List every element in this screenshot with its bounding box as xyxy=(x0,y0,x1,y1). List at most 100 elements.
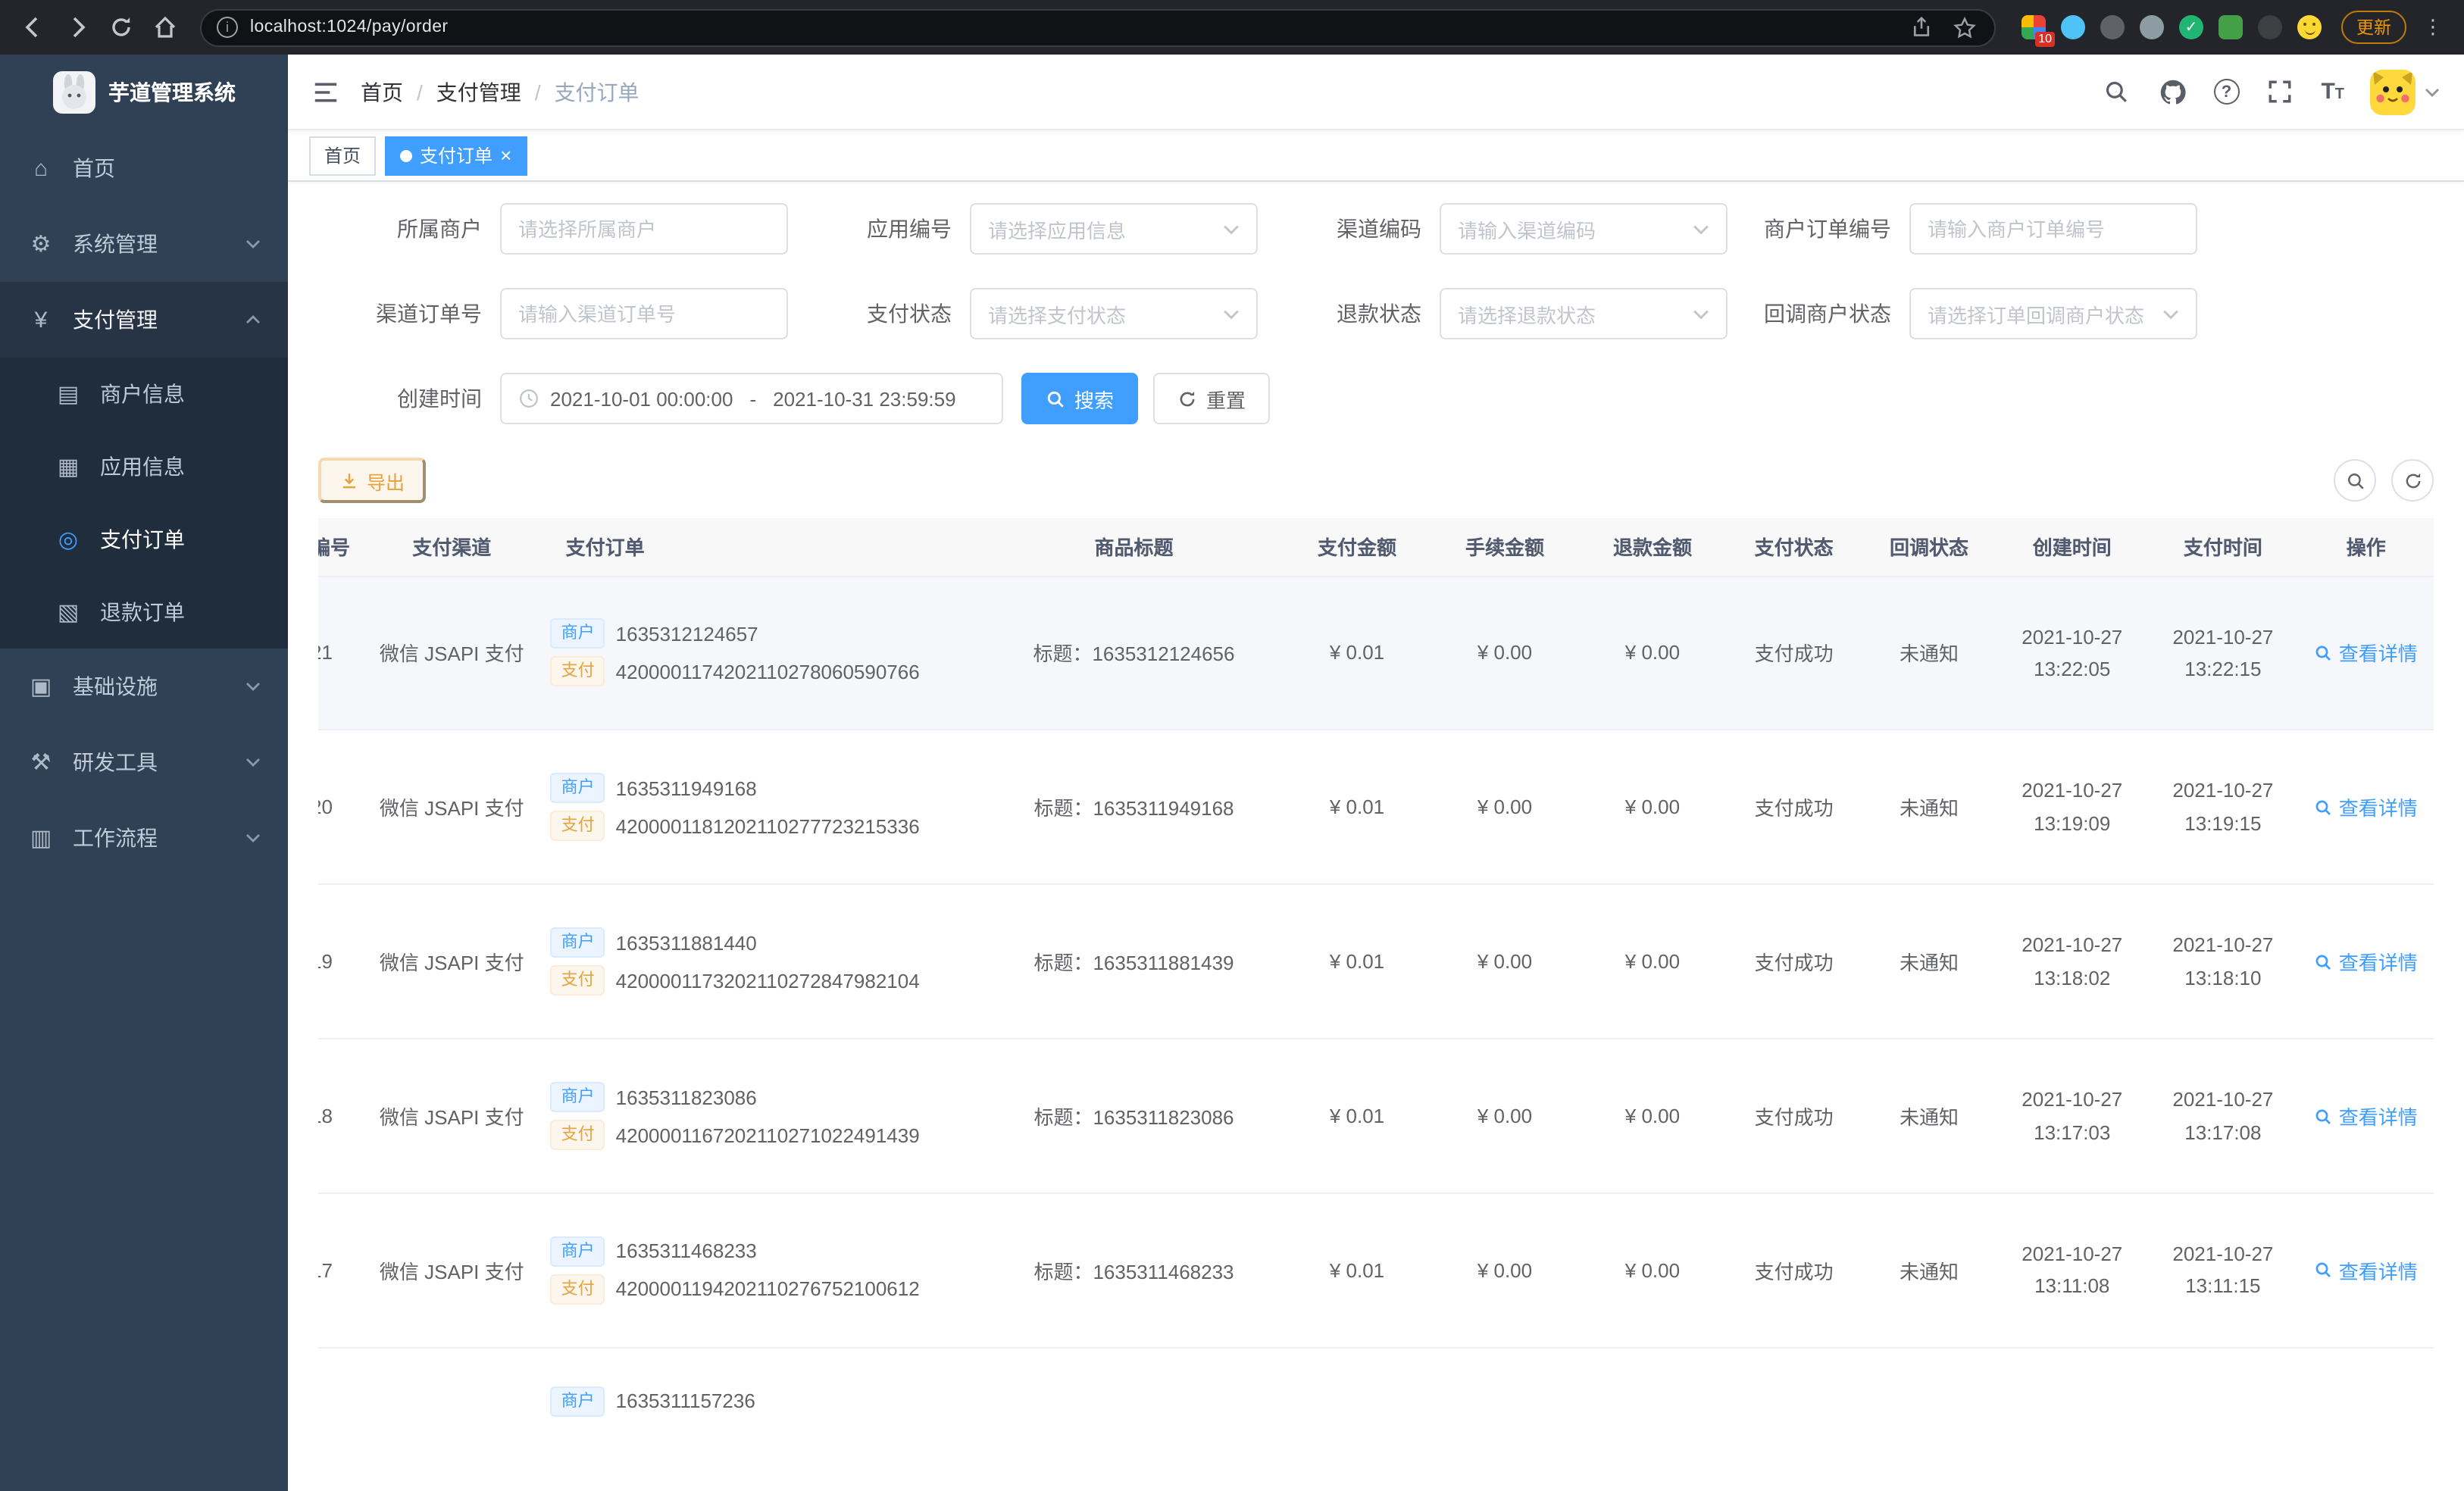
site-info-icon[interactable]: i xyxy=(217,17,238,38)
refund-status-select[interactable]: 请选择退款状态 xyxy=(1440,288,1728,339)
extension-chat-icon[interactable] xyxy=(2219,15,2243,39)
tab-pay-order[interactable]: 支付订单 × xyxy=(385,136,527,175)
github-icon[interactable] xyxy=(2157,77,2187,107)
breadcrumb-home[interactable]: 首页 xyxy=(361,77,403,107)
close-icon[interactable]: × xyxy=(500,145,511,165)
chevron-down-icon xyxy=(1224,309,1239,319)
sidebar-item-merchant-info[interactable]: ▤ 商户信息 xyxy=(0,358,288,430)
extension-drop-icon[interactable] xyxy=(2061,15,2085,39)
refresh-table-icon[interactable] xyxy=(2391,459,2434,502)
view-detail-link[interactable]: 查看详情 xyxy=(2315,1102,2418,1130)
sidebar-item-home[interactable]: ⌂ 首页 xyxy=(0,130,288,206)
cell-title: 标题：1635311468233 xyxy=(984,1193,1284,1349)
cell-refund: ¥ 0.00 xyxy=(1578,884,1727,1040)
bookmark-star-icon[interactable] xyxy=(1949,12,1979,42)
chrome-update-button[interactable]: 更新 xyxy=(2341,11,2406,44)
chevron-down-icon xyxy=(1693,309,1709,319)
notify-status-select[interactable]: 请选择订单回调商户状态 xyxy=(1909,288,2197,339)
date-start: 2021-10-01 00:00:00 xyxy=(550,387,733,410)
cell-status: 支付成功 xyxy=(1726,1039,1862,1194)
select-placeholder: 请选择退款状态 xyxy=(1458,304,1596,327)
table-row[interactable]: 18 微信 JSAPI 支付 商户 1635311823086 支付 4200001… xyxy=(318,1039,2434,1194)
document-icon: ▧ xyxy=(57,600,80,626)
search-button[interactable]: 搜索 xyxy=(1021,373,1139,424)
table-row[interactable]: 19 微信 JSAPI 支付 商户 1635311881440 支付 4200001… xyxy=(318,884,2434,1040)
extension-circle-icon[interactable] xyxy=(2140,15,2164,39)
extension-colorful-icon[interactable]: 10 xyxy=(2022,15,2055,47)
cell-fee: ¥ 0.00 xyxy=(1431,884,1579,1040)
view-detail-link[interactable]: 查看详情 xyxy=(2315,639,2418,667)
browser-menu-icon[interactable]: ⋮ xyxy=(2420,15,2446,39)
sidebar-item-payment[interactable]: ¥ 支付管理 xyxy=(0,282,288,358)
sidebar-item-refund-order[interactable]: ▧ 退款订单 xyxy=(0,576,288,649)
app-select[interactable]: 请选择应用信息 xyxy=(970,203,1258,255)
search-icon[interactable] xyxy=(2101,77,2131,107)
hamburger-icon[interactable] xyxy=(312,80,339,104)
search-icon xyxy=(2316,1108,2331,1124)
browser-home-icon[interactable] xyxy=(150,12,180,42)
table-row[interactable]: 20 微信 JSAPI 支付 商户 1635311949168 支付 4200001… xyxy=(318,730,2434,886)
cell-fee: ¥ 0.00 xyxy=(1431,576,1579,731)
merchant-tag: 商户 xyxy=(550,1082,605,1113)
cell-fee: ¥ 0.00 xyxy=(1431,730,1579,886)
table-row[interactable]: 17 微信 JSAPI 支付 商户 1635311468233 支付 4200001… xyxy=(318,1193,2434,1349)
address-bar[interactable]: i localhost:1024/pay/order xyxy=(200,8,1996,46)
share-icon[interactable] xyxy=(1906,12,1937,42)
field-label: 商户订单编号 xyxy=(1764,217,1891,241)
cell-refund: ¥ 0.00 xyxy=(1578,1039,1727,1194)
help-icon[interactable]: ? xyxy=(2213,79,2240,105)
extension-emoji-icon[interactable] xyxy=(2297,15,2322,39)
table-row-partial[interactable]: 商户 1635311157236 xyxy=(318,1348,2434,1455)
merchant-order-no-input[interactable] xyxy=(1909,203,2197,255)
pay-status-select[interactable]: 请选择支付状态 xyxy=(970,288,1258,339)
view-detail-link[interactable]: 查看详情 xyxy=(2315,1256,2418,1285)
url-text: localhost:1024/pay/order xyxy=(250,18,449,36)
sidebar-item-pay-order[interactable]: ◎ 支付订单 xyxy=(0,503,288,576)
tab-home[interactable]: 首页 xyxy=(309,136,377,175)
extension-check-icon[interactable]: ✓ xyxy=(2179,15,2203,39)
sidebar-item-app-info[interactable]: ▦ 应用信息 xyxy=(0,430,288,503)
sidebar-item-workflow[interactable]: ▥ 工作流程 xyxy=(0,800,288,876)
app-logo[interactable]: 芋道管理系统 xyxy=(0,55,288,130)
col-channel: 支付渠道 xyxy=(358,518,545,577)
cell-amount: ¥ 0.01 xyxy=(1283,1193,1431,1349)
show-search-toggle-icon[interactable] xyxy=(2334,459,2376,502)
merchant-input[interactable] xyxy=(500,203,788,255)
forward-icon[interactable] xyxy=(62,12,92,42)
extension-pin-icon[interactable] xyxy=(2258,15,2282,39)
sidebar-item-dev-tools[interactable]: ⚒ 研发工具 xyxy=(0,724,288,800)
extension-globe-icon[interactable] xyxy=(2100,15,2125,39)
channel-order-no-input[interactable] xyxy=(500,288,788,339)
cell-order: 商户 1635312124657 支付 4200001174202110278060… xyxy=(544,576,985,731)
table-row[interactable]: 21 微信 JSAPI 支付 商户 1635312124657 支付 4200001… xyxy=(318,576,2434,731)
font-size-icon[interactable]: TT xyxy=(2321,79,2344,105)
date-range-input[interactable]: 2021-10-01 00:00:00 - 2021-10-31 23:59:5… xyxy=(500,373,1003,424)
col-id: 编号 xyxy=(318,518,359,577)
view-detail-link[interactable]: 查看详情 xyxy=(2315,947,2418,976)
cell-id: 21 xyxy=(318,576,359,731)
user-menu[interactable] xyxy=(2370,69,2440,114)
reload-icon[interactable] xyxy=(106,12,136,42)
export-button[interactable]: 导出 xyxy=(318,458,427,503)
col-notify: 回调状态 xyxy=(1861,518,1997,577)
tags-view: 首页 支付订单 × xyxy=(288,130,2464,182)
breadcrumb-pay-mgmt[interactable]: 支付管理 xyxy=(436,77,521,107)
pay-tag: 支付 xyxy=(550,1274,605,1305)
channel-code-select[interactable]: 请输入渠道编码 xyxy=(1440,203,1728,255)
cell-actions: 查看详情 xyxy=(2298,1193,2434,1349)
back-icon[interactable] xyxy=(18,12,48,42)
search-button-label: 搜索 xyxy=(1074,389,1115,411)
sidebar-item-label: 研发工具 xyxy=(73,750,158,774)
chevron-down-icon xyxy=(1693,224,1709,234)
navbar-actions: ? TT xyxy=(2101,69,2440,114)
avatar[interactable] xyxy=(2370,69,2416,114)
reset-button[interactable]: 重置 xyxy=(1153,373,1271,424)
sidebar-item-system[interactable]: ⚙ 系统管理 xyxy=(0,206,288,282)
cell-id: 17 xyxy=(318,1193,359,1349)
reset-button-label: 重置 xyxy=(1206,389,1246,411)
fullscreen-icon[interactable] xyxy=(2265,77,2295,107)
sidebar-item-infra[interactable]: ▣ 基础设施 xyxy=(0,649,288,724)
view-detail-link[interactable]: 查看详情 xyxy=(2315,793,2418,822)
cell-channel: 微信 JSAPI 支付 xyxy=(358,730,545,886)
sidebar-item-label: 工作流程 xyxy=(73,826,158,850)
